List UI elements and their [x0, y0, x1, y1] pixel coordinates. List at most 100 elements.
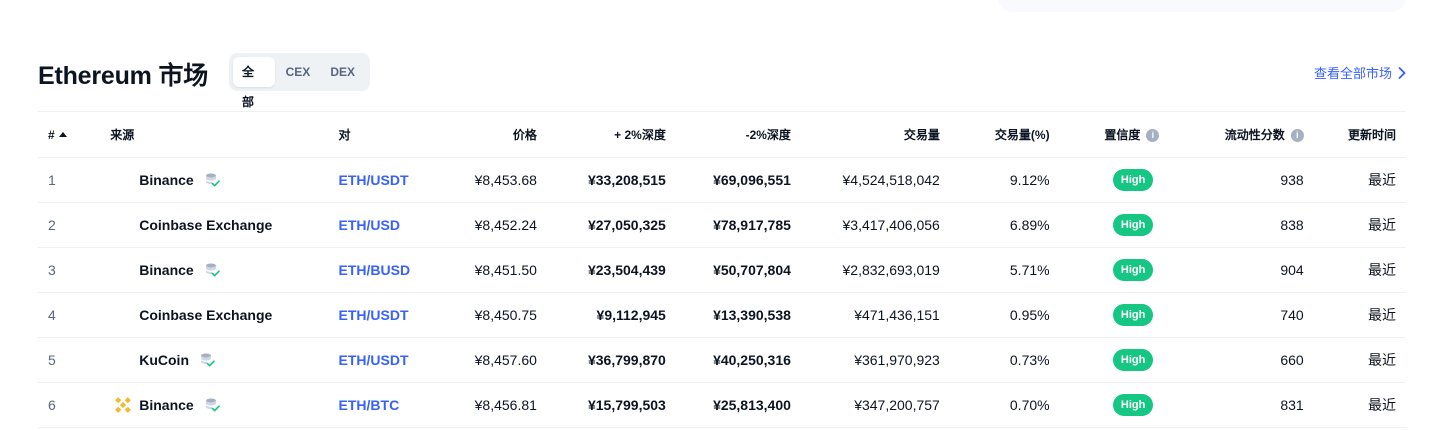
confidence-cell: High: [1049, 202, 1160, 248]
price-cell: ¥8,450.75: [441, 292, 537, 338]
exchange-logo-placeholder: [110, 302, 136, 328]
source-cell[interactable]: Binance: [110, 157, 339, 203]
depth-minus-cell: ¥50,707,804: [665, 247, 791, 293]
source-cell[interactable]: Binance: [110, 247, 339, 293]
tab-dex[interactable]: DEX: [321, 57, 364, 87]
verified-volume-icon: [205, 173, 220, 187]
depth-minus-cell: ¥69,096,551: [665, 157, 791, 203]
markets-header: Ethereum 市场 全部 CEX DEX 查看全部市场: [38, 52, 1406, 109]
updated-cell: 最近: [1303, 292, 1406, 338]
source-cell[interactable]: Coinbase Exchange: [110, 202, 339, 248]
updated-cell: 最近: [1303, 247, 1406, 293]
depth-plus-cell: ¥36,799,870: [536, 337, 666, 383]
tab-cex[interactable]: CEX: [277, 57, 320, 87]
confidence-badge: High: [1112, 214, 1154, 236]
market-type-segmented-control: 全部 CEX DEX: [229, 53, 370, 109]
price-cell: ¥8,452.24: [441, 202, 537, 248]
pair-link[interactable]: ETH/BUSD: [339, 262, 411, 278]
table-row[interactable]: 5 KuCoin ETH/USDT ¥8,457.60 ¥36,799,870 ¥40,2…: [38, 337, 1406, 383]
rank-cell: 5: [38, 337, 111, 383]
exchange-name[interactable]: KuCoin: [139, 352, 189, 368]
price-cell: ¥8,453.68: [441, 157, 537, 203]
view-all-label: 查看全部市场: [1313, 66, 1392, 81]
table-row[interactable]: 2 Coinbase Exchange ETH/USD ¥8,452.24 ¥27,05…: [38, 202, 1406, 248]
binance-logo-icon: [115, 397, 132, 413]
price-cell: ¥8,451.50: [441, 247, 537, 293]
pair-cell[interactable]: ETH/BUSD: [338, 247, 442, 293]
volume-pct-cell: 0.95%: [939, 292, 1050, 338]
col-confidence-header[interactable]: 置信度 i: [1050, 112, 1160, 158]
info-icon[interactable]: i: [1290, 129, 1304, 143]
volume-cell: ¥471,436,151: [790, 292, 940, 338]
col-depth-minus-header[interactable]: -2%深度: [666, 112, 791, 158]
col-updated-header: 更新时间: [1347, 128, 1396, 142]
tab-all[interactable]: 全部: [233, 57, 275, 109]
confidence-cell: High: [1049, 292, 1160, 338]
pair-cell[interactable]: ETH/USDT: [338, 157, 442, 203]
confidence-badge: High: [1112, 394, 1154, 416]
volume-pct-cell: 9.12%: [939, 157, 1050, 203]
pair-link[interactable]: ETH/USDT: [339, 172, 409, 188]
exchange-name[interactable]: Binance: [139, 172, 193, 188]
table-row[interactable]: 3 Binance ETH/BUSD ¥8,451.50 ¥23,504,439 ¥50,…: [38, 247, 1406, 293]
pair-cell[interactable]: ETH/USD: [338, 202, 442, 248]
depth-plus-cell: ¥9,112,945: [536, 292, 666, 338]
verified-volume-icon: [201, 353, 215, 367]
pair-link[interactable]: ETH/USD: [339, 217, 400, 233]
pair-cell[interactable]: ETH/USDT: [338, 337, 442, 383]
pair-cell[interactable]: ETH/BTC: [338, 382, 442, 428]
col-liquidity-header[interactable]: 流动性分数 i: [1159, 112, 1304, 158]
col-volume-header[interactable]: 交易量: [791, 112, 940, 158]
rank-cell: 1: [38, 157, 111, 203]
col-price-header[interactable]: 价格: [441, 112, 537, 158]
table-row[interactable]: 6 Binance ETH/BTC ¥8,456.81 ¥15,799,503 ¥25,8…: [38, 382, 1406, 428]
pair-link[interactable]: ETH/USDT: [339, 352, 409, 368]
confidence-cell: High: [1049, 247, 1160, 293]
pair-link[interactable]: ETH/USDT: [339, 307, 409, 323]
depth-minus-cell: ¥13,390,538: [665, 292, 791, 338]
exchange-name[interactable]: Binance: [139, 262, 193, 278]
depth-plus-cell: ¥23,504,439: [536, 247, 666, 293]
info-icon[interactable]: i: [1146, 129, 1160, 143]
liquidity-cell: 904: [1159, 247, 1304, 293]
price-cell: ¥8,456.81: [441, 382, 537, 428]
updated-cell: 最近: [1303, 202, 1406, 248]
table-row[interactable]: 1 Binance ETH/USDT ¥8,453.68 ¥33,208,515 ¥69,…: [38, 157, 1406, 203]
source-cell[interactable]: KuCoin: [110, 337, 339, 383]
confidence-badge: High: [1112, 169, 1154, 191]
liquidity-cell: 660: [1159, 337, 1304, 383]
confidence-badge: High: [1112, 304, 1154, 326]
price-cell: ¥8,457.60: [441, 337, 537, 383]
pair-cell[interactable]: ETH/USDT: [338, 292, 442, 338]
depth-plus-cell: ¥33,208,515: [536, 157, 666, 203]
confidence-badge: High: [1112, 349, 1154, 371]
exchange-name[interactable]: Coinbase Exchange: [139, 307, 272, 323]
col-volume-pct-header[interactable]: 交易量(%): [940, 112, 1050, 158]
volume-cell: ¥361,970,923: [790, 337, 940, 383]
volume-pct-cell: 5.71%: [939, 247, 1050, 293]
col-rank-header[interactable]: #: [38, 112, 110, 158]
confidence-cell: High: [1049, 157, 1160, 203]
rank-cell: 4: [38, 292, 111, 338]
table-row[interactable]: 4 Coinbase Exchange ETH/USDT ¥8,450.75 ¥9,11…: [38, 292, 1406, 338]
depth-plus-cell: ¥15,799,503: [536, 382, 666, 428]
exchange-name[interactable]: Coinbase Exchange: [139, 217, 272, 233]
view-all-markets-link[interactable]: 查看全部市场: [1314, 63, 1406, 82]
confidence-cell: High: [1049, 382, 1160, 428]
confidence-header-label: 置信度: [1104, 128, 1141, 142]
updated-cell: 最近: [1303, 382, 1406, 428]
liquidity-cell: 838: [1159, 202, 1304, 248]
updated-cell: 最近: [1303, 337, 1406, 383]
volume-cell: ¥347,200,757: [790, 382, 940, 428]
liquidity-cell: 938: [1159, 157, 1304, 203]
exchange-name[interactable]: Binance: [139, 397, 193, 413]
source-cell[interactable]: Binance: [110, 382, 339, 428]
pair-link[interactable]: ETH/BTC: [339, 397, 400, 413]
exchange-logo-placeholder: [110, 347, 136, 373]
col-depth-plus-header[interactable]: + 2%深度: [537, 112, 666, 158]
source-cell[interactable]: Coinbase Exchange: [110, 292, 339, 338]
col-pair-header: 对: [338, 128, 351, 142]
liquidity-header-label: 流动性分数: [1224, 128, 1285, 142]
volume-pct-cell: 0.70%: [939, 382, 1050, 428]
rank-header-label: #: [48, 127, 55, 142]
